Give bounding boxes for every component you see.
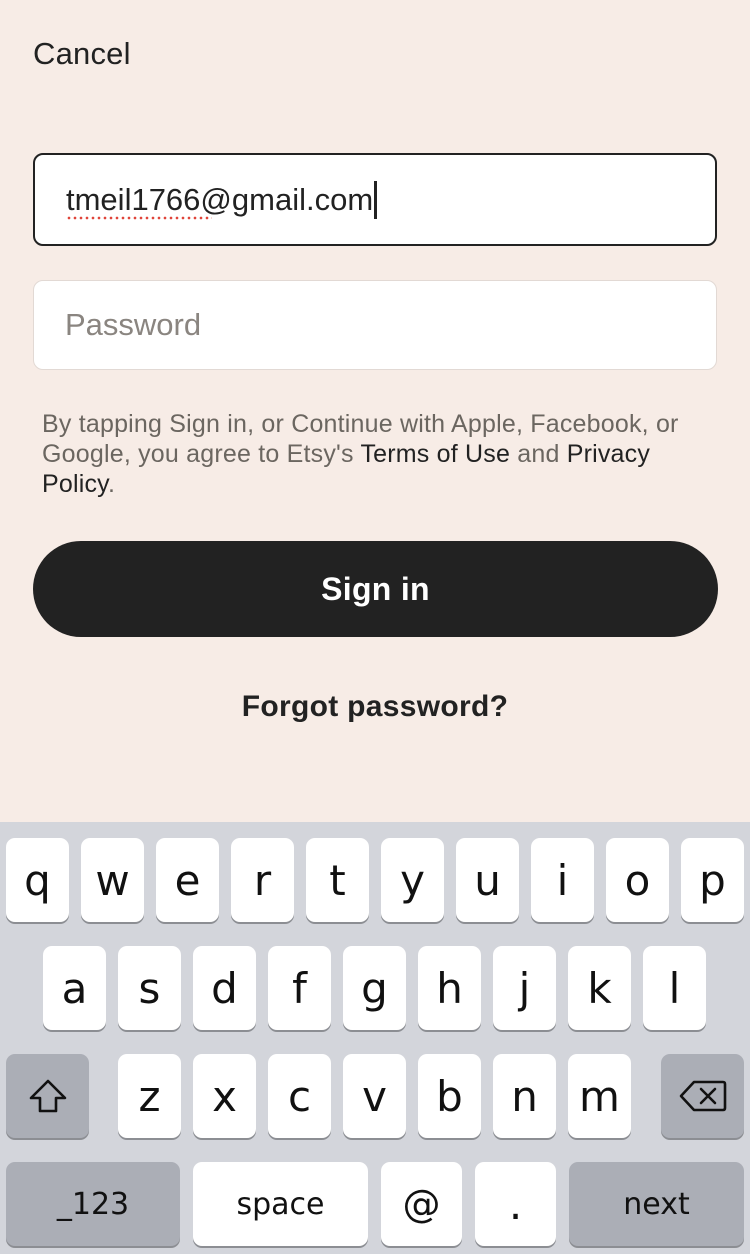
next-key[interactable]: next xyxy=(569,1162,744,1246)
key-o[interactable]: o xyxy=(606,838,669,922)
key-k[interactable]: k xyxy=(568,946,631,1030)
key-l[interactable]: l xyxy=(643,946,706,1030)
period-key[interactable]: . xyxy=(475,1162,556,1246)
cancel-button[interactable]: Cancel xyxy=(33,36,131,72)
sign-in-button[interactable]: Sign in xyxy=(33,541,718,637)
email-field[interactable]: tmeil1766@gmail.com xyxy=(33,153,717,246)
key-s[interactable]: s xyxy=(118,946,181,1030)
email-value: tmeil1766@gmail.com xyxy=(66,182,373,220)
key-p[interactable]: p xyxy=(681,838,744,922)
key-q[interactable]: q xyxy=(6,838,69,922)
key-j[interactable]: j xyxy=(493,946,556,1030)
key-y[interactable]: y xyxy=(381,838,444,922)
spellcheck-underline xyxy=(66,215,212,220)
key-f[interactable]: f xyxy=(268,946,331,1030)
key-z[interactable]: z xyxy=(118,1054,181,1138)
password-placeholder: Password xyxy=(65,307,202,342)
key-h[interactable]: h xyxy=(418,946,481,1030)
text-cursor xyxy=(374,180,378,219)
key-r[interactable]: r xyxy=(231,838,294,922)
key-x[interactable]: x xyxy=(193,1054,256,1138)
backspace-icon xyxy=(679,1080,726,1112)
keyboard: q w e r t y u i o p a s d f g h j k l z … xyxy=(0,822,750,1254)
key-v[interactable]: v xyxy=(343,1054,406,1138)
at-key[interactable]: @ xyxy=(381,1162,462,1246)
space-key[interactable]: space xyxy=(193,1162,368,1246)
key-c[interactable]: c xyxy=(268,1054,331,1138)
key-w[interactable]: w xyxy=(81,838,144,922)
legal-notice: By tapping Sign in, or Continue with App… xyxy=(42,409,692,499)
shift-key[interactable] xyxy=(6,1054,89,1138)
key-t[interactable]: t xyxy=(306,838,369,922)
password-field[interactable]: Password xyxy=(33,280,717,370)
key-m[interactable]: m xyxy=(568,1054,631,1138)
key-b[interactable]: b xyxy=(418,1054,481,1138)
legal-and-text: and xyxy=(510,440,567,468)
key-a[interactable]: a xyxy=(43,946,106,1030)
legal-suffix: . xyxy=(108,470,116,498)
key-g[interactable]: g xyxy=(343,946,406,1030)
key-i[interactable]: i xyxy=(531,838,594,922)
key-u[interactable]: u xyxy=(456,838,519,922)
key-n[interactable]: n xyxy=(493,1054,556,1138)
terms-of-use-link[interactable]: Terms of Use xyxy=(360,440,510,468)
numbers-key[interactable]: _123 xyxy=(6,1162,180,1246)
shift-icon xyxy=(29,1079,66,1113)
key-d[interactable]: d xyxy=(193,946,256,1030)
forgot-password-link[interactable]: Forgot password? xyxy=(0,690,750,724)
key-e[interactable]: e xyxy=(156,838,219,922)
backspace-key[interactable] xyxy=(661,1054,744,1138)
